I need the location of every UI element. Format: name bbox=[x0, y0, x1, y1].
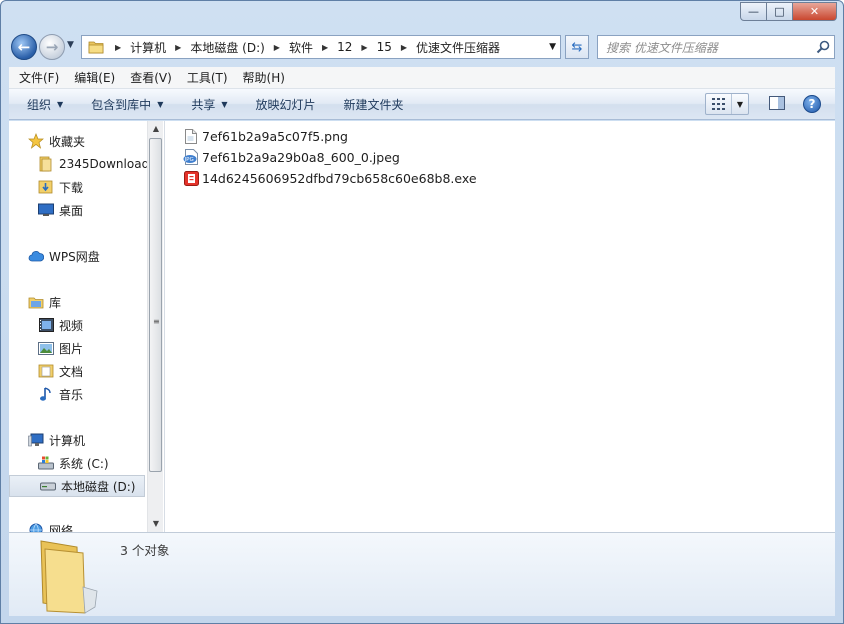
address-history-dropdown[interactable]: ▼ bbox=[549, 42, 556, 52]
grip-icon: ≡ bbox=[153, 317, 160, 326]
forward-button[interactable]: → bbox=[39, 34, 65, 60]
cloud-icon bbox=[27, 248, 45, 264]
chevron-down-icon[interactable]: ▼ bbox=[732, 100, 748, 109]
jpeg-file-icon: JPG bbox=[183, 149, 199, 165]
video-icon bbox=[37, 317, 55, 333]
close-button[interactable]: ✕ bbox=[793, 2, 837, 21]
breadcrumb: ▶ 计算机 ▶ 本地磁盘 (D:) ▶ 软件 ▶ 12 ▶ 15 ▶ 优速文件压… bbox=[115, 39, 501, 56]
desktop-icon bbox=[37, 202, 55, 218]
slideshow-button[interactable]: 放映幻灯片 bbox=[256, 96, 316, 113]
search-input[interactable]: 搜索 优速文件压缩器 bbox=[597, 35, 835, 59]
change-view-button[interactable]: ▼ bbox=[705, 93, 749, 115]
folder-icon bbox=[31, 537, 103, 620]
help-button[interactable]: ? bbox=[803, 95, 821, 113]
menu-file[interactable]: 文件(F) bbox=[19, 69, 59, 86]
chevron-down-icon: ▼ bbox=[157, 99, 164, 109]
sidebar-item-documents[interactable]: 文档 bbox=[37, 360, 83, 382]
share-button[interactable]: 共享 ▼ bbox=[191, 96, 227, 113]
menu-tools[interactable]: 工具(T) bbox=[187, 69, 228, 86]
document-icon bbox=[37, 363, 55, 379]
file-item[interactable]: JPG 7ef61b2a9a29b0a8_600_0.jpeg bbox=[183, 147, 400, 167]
download-folder-icon bbox=[37, 179, 55, 195]
menu-help[interactable]: 帮助(H) bbox=[243, 69, 285, 86]
address-bar[interactable]: ▶ 计算机 ▶ 本地磁盘 (D:) ▶ 软件 ▶ 12 ▶ 15 ▶ 优速文件压… bbox=[81, 35, 561, 59]
chevron-down-icon: ▼ bbox=[221, 99, 228, 109]
system-drive-icon bbox=[37, 455, 55, 471]
recent-pages-dropdown[interactable]: ▼ bbox=[67, 40, 74, 50]
music-icon bbox=[37, 386, 55, 402]
refresh-icon: ⇆ bbox=[571, 39, 583, 55]
file-list: 7ef61b2a9a5c07f5.png JPG 7ef61b2a9a29b0a… bbox=[164, 121, 835, 532]
view-options-icon bbox=[706, 94, 732, 114]
new-folder-button[interactable]: 新建文件夹 bbox=[344, 96, 404, 113]
sidebar-item-libraries[interactable]: 库 bbox=[27, 291, 61, 313]
library-icon bbox=[27, 294, 45, 310]
picture-icon bbox=[37, 340, 55, 356]
breadcrumb-item[interactable]: 软件 bbox=[289, 39, 313, 56]
include-in-library-button[interactable]: 包含到库中 ▼ bbox=[91, 96, 163, 113]
window-controls: — □ ✕ bbox=[740, 2, 837, 21]
sidebar-item-computer[interactable]: 计算机 bbox=[27, 429, 85, 451]
folder-icon bbox=[86, 40, 106, 54]
menu-bar: 文件(F) 编辑(E) 查看(V) 工具(T) 帮助(H) bbox=[9, 67, 835, 89]
breadcrumb-item[interactable]: 计算机 bbox=[130, 39, 166, 56]
computer-icon bbox=[27, 432, 45, 448]
refresh-button[interactable]: ⇆ bbox=[565, 35, 589, 59]
navigation-pane: 收藏夹 2345Downloads 下载 桌面 WPS网盘 库 视频 图片 文档… bbox=[9, 121, 147, 532]
breadcrumb-item[interactable]: 12 bbox=[337, 40, 352, 54]
sidebar-item-downloads[interactable]: 下载 bbox=[37, 176, 83, 198]
command-bar: 组织 ▼ 包含到库中 ▼ 共享 ▼ 放映幻灯片 新建文件夹 ▼ ? bbox=[9, 89, 835, 120]
sidebar-item-drive-d[interactable]: 本地磁盘 (D:) bbox=[9, 475, 145, 497]
breadcrumb-item[interactable]: 本地磁盘 (D:) bbox=[190, 39, 264, 56]
breadcrumb-item[interactable]: 优速文件压缩器 bbox=[416, 39, 500, 56]
exe-file-icon bbox=[183, 170, 199, 186]
help-icon: ? bbox=[808, 97, 816, 111]
minimize-button[interactable]: — bbox=[740, 2, 767, 21]
sidebar-scrollbar[interactable]: ▲ ≡ ▼ bbox=[147, 121, 163, 532]
menu-view[interactable]: 查看(V) bbox=[130, 69, 172, 86]
item-count: 3 个对象 bbox=[120, 543, 170, 558]
navigation-bar: ← → ▼ ▶ 计算机 ▶ 本地磁盘 (D:) ▶ 软件 ▶ 12 ▶ 15 ▶… bbox=[9, 32, 837, 62]
preview-pane-button[interactable] bbox=[769, 96, 785, 113]
scroll-up-icon[interactable]: ▲ bbox=[148, 121, 164, 137]
explorer-window: — □ ✕ ← → ▼ ▶ 计算机 ▶ 本地磁盘 (D:) ▶ 软件 ▶ 12 … bbox=[0, 0, 844, 624]
sidebar-item-music[interactable]: 音乐 bbox=[37, 383, 83, 405]
svg-text:JPG: JPG bbox=[184, 157, 194, 163]
sidebar-item-network[interactable]: 网络 bbox=[27, 519, 73, 532]
star-icon bbox=[27, 133, 45, 149]
sidebar-item-wps-cloud[interactable]: WPS网盘 bbox=[27, 245, 100, 267]
file-item[interactable]: 14d6245606952dfbd79cb658c60e68b8.exe bbox=[183, 168, 477, 188]
organize-button[interactable]: 组织 ▼ bbox=[27, 96, 63, 113]
preview-pane-icon bbox=[769, 96, 785, 110]
sidebar-item-pictures[interactable]: 图片 bbox=[37, 337, 83, 359]
breadcrumb-item[interactable]: 15 bbox=[377, 40, 392, 54]
maximize-button[interactable]: □ bbox=[767, 2, 793, 21]
scrollbar-thumb[interactable]: ≡ bbox=[149, 138, 162, 472]
sidebar-item-favorites[interactable]: 收藏夹 bbox=[27, 130, 85, 152]
network-icon bbox=[27, 522, 45, 532]
sidebar-item-desktop[interactable]: 桌面 bbox=[37, 199, 83, 221]
scroll-down-icon[interactable]: ▼ bbox=[148, 516, 164, 532]
main-area: 收藏夹 2345Downloads 下载 桌面 WPS网盘 库 视频 图片 文档… bbox=[9, 121, 835, 532]
sidebar-item-2345downloads[interactable]: 2345Downloads bbox=[37, 153, 147, 175]
folder-icon bbox=[37, 156, 55, 172]
file-item[interactable]: 7ef61b2a9a5c07f5.png bbox=[183, 126, 348, 146]
sidebar-item-drive-c[interactable]: 系统 (C:) bbox=[37, 452, 109, 474]
search-icon[interactable] bbox=[816, 40, 830, 57]
drive-icon bbox=[39, 478, 57, 494]
search-placeholder: 搜索 优速文件压缩器 bbox=[606, 40, 718, 55]
details-pane: 3 个对象 bbox=[9, 532, 835, 616]
sidebar-item-videos[interactable]: 视频 bbox=[37, 314, 83, 336]
png-file-icon bbox=[183, 128, 199, 144]
chevron-down-icon: ▼ bbox=[57, 99, 64, 109]
menu-edit[interactable]: 编辑(E) bbox=[74, 69, 115, 86]
back-button[interactable]: ← bbox=[11, 34, 37, 60]
